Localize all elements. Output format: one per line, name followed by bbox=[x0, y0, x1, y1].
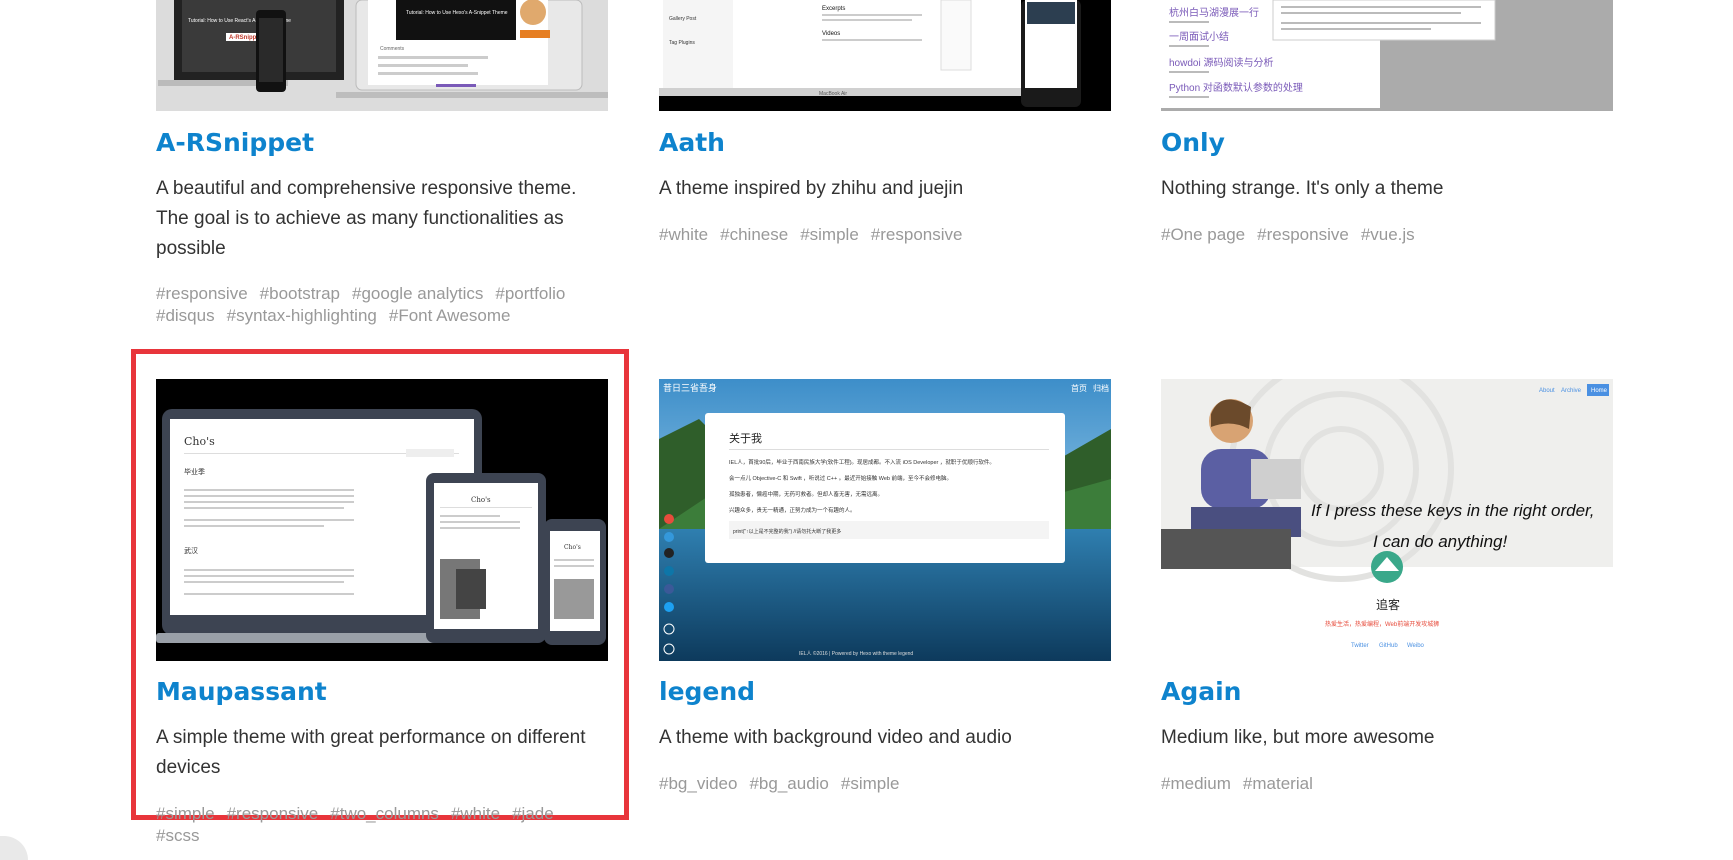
svg-text:首页: 首页 bbox=[1071, 383, 1087, 393]
svg-text:IEL人，首批90后，毕业于西南民族大学(软件工程)。现居成: IEL人，首批90后，毕业于西南民族大学(软件工程)。现居成都。不入流 iOS … bbox=[729, 458, 995, 466]
svg-text:归档: 归档 bbox=[1093, 383, 1109, 393]
svg-text:IEL人 ©2016 | Powered by Hexo w: IEL人 ©2016 | Powered by Hexo with theme … bbox=[799, 650, 913, 657]
theme-title[interactable]: Aath bbox=[659, 128, 725, 157]
svg-text:If I press these keys in the r: If I press these keys in the right order… bbox=[1311, 501, 1594, 520]
tag[interactable]: #bg_audio bbox=[749, 774, 828, 793]
tag[interactable]: #bg_video bbox=[659, 774, 737, 793]
theme-tags: #One page #responsive #vue.js bbox=[1161, 224, 1613, 246]
svg-text:GitHub: GitHub bbox=[1379, 643, 1398, 649]
tag[interactable]: #google analytics bbox=[352, 284, 483, 303]
theme-tags: #bg_video #bg_audio #simple bbox=[659, 773, 1111, 795]
svg-text:Tag Plugins: Tag Plugins bbox=[669, 40, 695, 46]
tag[interactable]: #Font Awesome bbox=[389, 306, 511, 325]
svg-text:兴趣众多，贵无一精通，正努力成为一个有趣的人。: 兴趣众多，贵无一精通，正努力成为一个有趣的人。 bbox=[729, 506, 856, 514]
svg-text:MacBook Air: MacBook Air bbox=[819, 91, 847, 97]
theme-tags: #responsive #bootstrap #google analytics #p… bbox=[156, 283, 608, 327]
theme-thumbnail[interactable]: 杭州白马湖漫展一行 一周面试小结 howdoi 源码阅读与分析 Python 对… bbox=[1161, 0, 1613, 111]
svg-text:Tutorial: How to Use Hexo's A-: Tutorial: How to Use Hexo's A-Snippet Th… bbox=[406, 10, 508, 16]
svg-text:Cho's: Cho's bbox=[564, 544, 581, 551]
svg-text:Archive: Archive bbox=[1561, 388, 1582, 394]
svg-text:关于我: 关于我 bbox=[729, 431, 762, 445]
theme-thumbnail[interactable]: 昔日三省吾身 首页 归档 关于我 IEL人，首批90后，毕业于西南民族大学(软件… bbox=[659, 379, 1111, 661]
theme-thumbnail[interactable]: Gallery Post Tag Plugins Excerpts Videos… bbox=[659, 0, 1111, 111]
svg-text:Home: Home bbox=[1591, 388, 1608, 394]
theme-description: A beautiful and comprehensive responsive… bbox=[156, 178, 577, 259]
svg-text:Videos: Videos bbox=[822, 31, 840, 37]
svg-text:孤独患者，懒癌中期，无药可救者。但却人畜无害，无需远离。: 孤独患者，懒癌中期，无药可救者。但却人畜无害，无需远离。 bbox=[729, 490, 883, 498]
theme-tags: #medium #material bbox=[1161, 773, 1613, 795]
svg-text:About: About bbox=[1539, 388, 1555, 394]
svg-text:毕业季: 毕业季 bbox=[184, 467, 205, 476]
tag[interactable]: #syntax-highlighting bbox=[227, 306, 377, 325]
theme-title[interactable]: legend bbox=[659, 677, 755, 706]
tag[interactable]: #material bbox=[1243, 774, 1313, 793]
tag[interactable]: #responsive bbox=[156, 284, 248, 303]
svg-text:追客: 追客 bbox=[1376, 597, 1400, 612]
svg-text:热爱生活，热爱编程，Web前端开发攻城狮: 热爱生活，热爱编程，Web前端开发攻城狮 bbox=[1325, 620, 1439, 628]
theme-title[interactable]: Again bbox=[1161, 677, 1241, 706]
tag[interactable]: #responsive bbox=[1257, 225, 1349, 244]
theme-description: A theme inspired by zhihu and juejin bbox=[659, 178, 964, 199]
svg-text:Python 对函数默认参数的处理: Python 对函数默认参数的处理 bbox=[1169, 81, 1303, 94]
svg-text:会一点儿 Objective-C 和 Swift ，听说过: 会一点儿 Objective-C 和 Swift ，听说过 C++ 。最近开始接… bbox=[729, 474, 952, 482]
theme-tags: #white #chinese #simple #responsive bbox=[659, 224, 1111, 246]
theme-title[interactable]: Maupassant bbox=[156, 677, 327, 706]
svg-text:昔日三省吾身: 昔日三省吾身 bbox=[663, 382, 717, 393]
theme-thumbnail[interactable]: Cho's 毕业季 武汉 Cho's Cho's bbox=[156, 379, 608, 661]
svg-text:Cho's: Cho's bbox=[184, 435, 215, 448]
theme-thumbnail[interactable]: About Archive Home If I press these keys… bbox=[1161, 379, 1613, 661]
theme-description: Nothing strange. It's only a theme bbox=[1161, 178, 1444, 199]
tag[interactable]: #portfolio bbox=[495, 284, 565, 303]
tag[interactable]: #One page bbox=[1161, 225, 1245, 244]
theme-title[interactable]: A-RSnippet bbox=[156, 128, 314, 157]
tag[interactable]: #jade bbox=[512, 804, 554, 823]
svg-text:print("↑以上是不完整的我") //请勿托大断了我更多: print("↑以上是不完整的我") //请勿托大断了我更多 bbox=[733, 528, 841, 535]
svg-text:Comments: Comments bbox=[380, 46, 405, 52]
svg-text:I can do anything!: I can do anything! bbox=[1373, 532, 1507, 551]
tag[interactable]: #medium bbox=[1161, 774, 1231, 793]
theme-tags: #simple #responsive #two_columns #white #jad… bbox=[156, 803, 608, 847]
tag[interactable]: #bootstrap bbox=[260, 284, 340, 303]
theme-thumbnail[interactable]: Tutorial: How to Use React's A-Snippet T… bbox=[156, 0, 608, 111]
svg-text:一周面试小结: 一周面试小结 bbox=[1169, 30, 1229, 43]
svg-text:武汉: 武汉 bbox=[184, 546, 198, 555]
theme-description: Medium like, but more awesome bbox=[1161, 727, 1435, 748]
tag[interactable]: #white bbox=[451, 804, 500, 823]
tag[interactable]: #vue.js bbox=[1361, 225, 1415, 244]
svg-text:Weibo: Weibo bbox=[1407, 643, 1425, 649]
svg-text:Cho's: Cho's bbox=[471, 496, 491, 504]
page-corner-decoration bbox=[0, 836, 28, 860]
tag[interactable]: #responsive bbox=[871, 225, 963, 244]
tag[interactable]: #two_columns bbox=[330, 804, 439, 823]
tag[interactable]: #disqus bbox=[156, 306, 215, 325]
svg-text:杭州白马湖漫展一行: 杭州白马湖漫展一行 bbox=[1169, 6, 1259, 19]
tag[interactable]: #white bbox=[659, 225, 708, 244]
theme-description: A theme with background video and audio bbox=[659, 727, 1012, 748]
tag[interactable]: #scss bbox=[156, 826, 199, 845]
tag[interactable]: #simple bbox=[841, 774, 900, 793]
theme-title[interactable]: Only bbox=[1161, 128, 1225, 157]
tag[interactable]: #responsive bbox=[227, 804, 319, 823]
tag[interactable]: #chinese bbox=[720, 225, 788, 244]
svg-text:Gallery Post: Gallery Post bbox=[669, 16, 697, 22]
tag[interactable]: #simple bbox=[156, 804, 215, 823]
svg-text:Excerpts: Excerpts bbox=[822, 6, 845, 12]
tag[interactable]: #simple bbox=[800, 225, 859, 244]
theme-description: A simple theme with great performance on… bbox=[156, 727, 586, 778]
svg-text:Twitter: Twitter bbox=[1351, 643, 1369, 649]
svg-text:howdoi 源码阅读与分析: howdoi 源码阅读与分析 bbox=[1169, 56, 1273, 69]
